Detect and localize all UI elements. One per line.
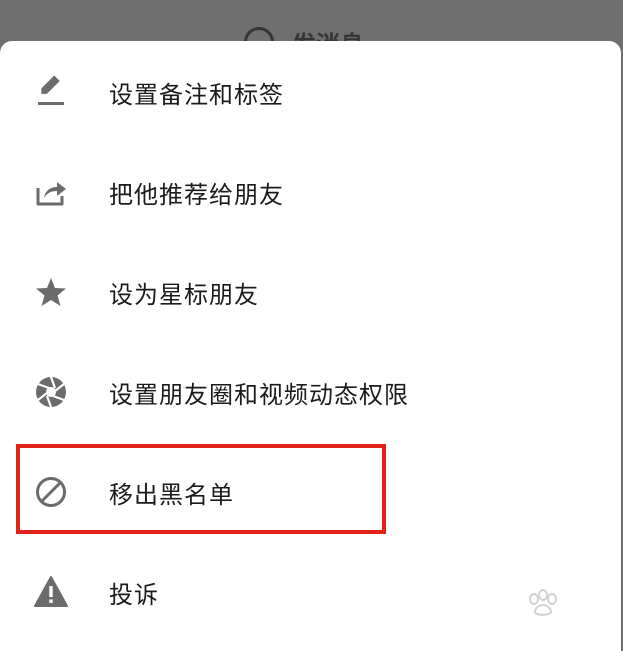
share-forward-icon <box>33 174 69 210</box>
action-sheet: 设置备注和标签 把他推荐给朋友 设为星标朋友 设置朋友圈和视频动态权限 移出黑名… <box>0 41 621 651</box>
menu-item-star-friend[interactable]: 设为星标朋友 <box>0 242 621 342</box>
warning-icon <box>33 574 69 610</box>
menu-item-label: 投诉 <box>109 580 159 609</box>
menu-item-remove-blacklist[interactable]: 移出黑名单 <box>0 442 621 542</box>
edit-pencil-icon <box>33 74 69 110</box>
menu-item-label: 移出黑名单 <box>109 480 234 509</box>
menu-item-recommend[interactable]: 把他推荐给朋友 <box>0 142 621 242</box>
baidu-jingyan-watermark <box>478 585 618 637</box>
menu-item-moments-permission[interactable]: 设置朋友圈和视频动态权限 <box>0 342 621 442</box>
menu-item-label: 设置朋友圈和视频动态权限 <box>109 380 409 409</box>
menu-item-set-remark[interactable]: 设置备注和标签 <box>0 42 621 142</box>
star-icon <box>33 274 69 310</box>
menu-item-label: 设置备注和标签 <box>109 80 284 109</box>
menu-item-label: 把他推荐给朋友 <box>109 180 284 209</box>
menu-item-label: 设为星标朋友 <box>109 280 259 309</box>
block-icon <box>33 474 69 510</box>
aperture-icon <box>33 374 69 410</box>
